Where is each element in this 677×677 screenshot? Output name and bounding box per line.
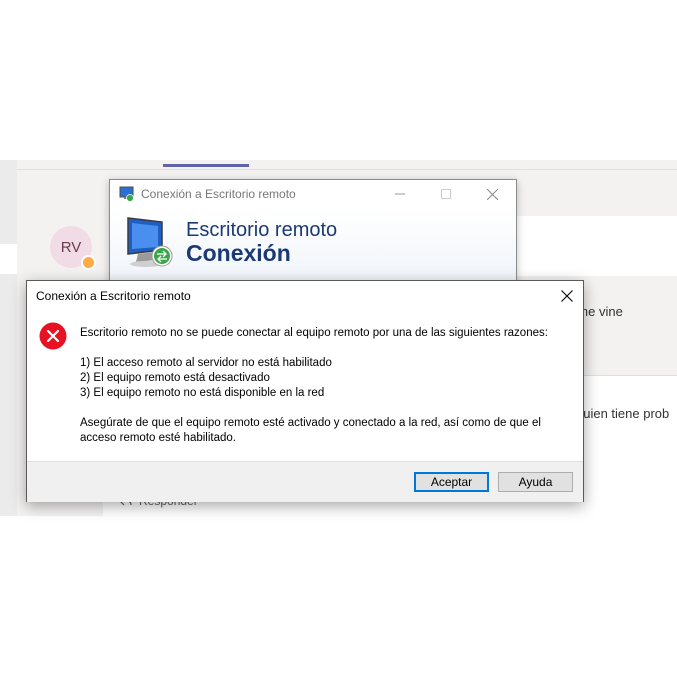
reason-item: 3) El equipo remoto no está disponible e… xyxy=(80,387,325,399)
message-card xyxy=(515,216,677,276)
accept-button[interactable]: Aceptar xyxy=(414,472,489,492)
close-button[interactable] xyxy=(472,180,512,208)
message-text-fragment: guien tiene prob xyxy=(576,406,670,421)
remote-desktop-window: Conexión a Escritorio remoto Escritorio … xyxy=(109,179,517,293)
error-message: Escritorio remoto no se puede conectar a… xyxy=(80,327,548,339)
error-dialog: Conexión a Escritorio remoto Escritorio … xyxy=(26,280,584,502)
header-divider xyxy=(17,169,677,170)
dialog-title: Conexión a Escritorio remoto xyxy=(36,289,191,303)
minimize-icon xyxy=(395,193,405,195)
remote-desktop-logo-icon xyxy=(127,217,173,267)
remote-desktop-icon xyxy=(119,186,134,202)
help-button[interactable]: Ayuda xyxy=(498,472,573,492)
maximize-icon xyxy=(441,189,451,199)
left-rail xyxy=(0,160,17,516)
banner-heading-line2: Conexión xyxy=(186,240,291,266)
reason-item: 1) El acceso remoto al servidor no está … xyxy=(80,357,332,369)
maximize-button[interactable] xyxy=(426,180,466,208)
dialog-footer: Aceptar Ayuda xyxy=(27,461,583,502)
dialog-message: Escritorio remoto no se puede conectar a… xyxy=(80,326,570,446)
dialog-close-button[interactable] xyxy=(553,284,581,308)
close-icon xyxy=(561,290,573,302)
presence-away-icon xyxy=(81,255,96,270)
error-icon xyxy=(39,322,67,350)
banner-heading-line1: Escritorio remoto xyxy=(186,219,338,241)
window-titlebar[interactable]: Conexión a Escritorio remoto xyxy=(110,180,516,208)
active-tab-indicator xyxy=(163,164,249,167)
minimize-button[interactable] xyxy=(380,180,420,208)
advice-text: Asegúrate de que el equipo remoto esté a… xyxy=(80,417,541,444)
reason-item: 2) El equipo remoto está desactivado xyxy=(80,372,270,384)
avatar-initials: RV xyxy=(60,238,82,256)
left-rail-highlight xyxy=(0,244,17,274)
close-icon xyxy=(486,188,498,200)
window-title: Conexión a Escritorio remoto xyxy=(141,187,296,201)
